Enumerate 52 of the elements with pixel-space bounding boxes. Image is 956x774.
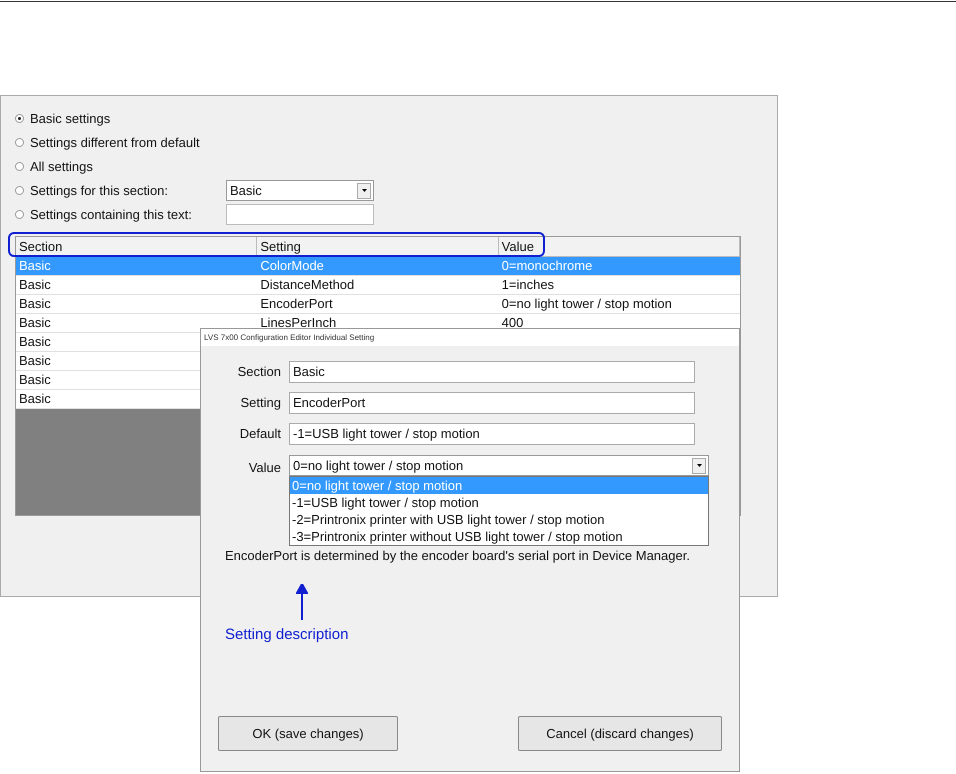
input-field[interactable]: EncoderPort <box>289 392 695 414</box>
dropdown-option[interactable]: -2=Printronix printer with USB light tower / stop motion <box>290 511 708 528</box>
table-cell-text: 1=inches <box>502 276 554 294</box>
table-cell-text: 0=monochrome <box>502 257 592 276</box>
search-field[interactable] <box>226 204 374 225</box>
value-dropdown[interactable]: 0=no light tower / stop motion <box>289 455 709 476</box>
dropdown-button[interactable] <box>692 458 706 474</box>
input-field[interactable]: -1=USB light tower / stop motion <box>289 423 695 445</box>
radio-label[interactable]: All settings <box>30 156 220 176</box>
table-cell-text: Basic <box>19 295 51 314</box>
dropdown-button[interactable] <box>357 182 371 198</box>
field-label: Setting <box>240 394 281 412</box>
arrow-icon <box>296 584 308 620</box>
caret-icon <box>362 189 366 192</box>
setting-description: EncoderPort is determined by the encoder board's serial port in Device Manager. <box>225 547 691 564</box>
table-cell-text: Basic <box>19 314 51 332</box>
dialog-title: LVS 7x00 Configuration Editor Individual Setting <box>201 329 739 346</box>
field-label: Default <box>238 425 281 444</box>
column-header[interactable]: Section <box>16 237 258 256</box>
table-cell-text: Basic <box>19 352 51 370</box>
radio-button[interactable] <box>15 162 24 171</box>
field-label: Value <box>248 459 281 477</box>
dropdown-option[interactable]: -3=Printronix printer without USB light tower / stop motion <box>290 528 708 545</box>
radio-button[interactable] <box>15 138 24 147</box>
table-cell-text: Basic <box>19 333 51 352</box>
table-cell-text: EncoderPort <box>260 295 333 314</box>
dropdown-option[interactable]: -1=USB light tower / stop motion <box>290 494 708 511</box>
radio-label[interactable]: Settings for this section: <box>30 180 220 200</box>
column-header[interactable]: Value <box>498 237 740 256</box>
radio-button[interactable] <box>15 114 24 123</box>
radio-button[interactable] <box>15 210 24 219</box>
table-cell-text: DistanceMethod <box>260 276 354 294</box>
annotation-label: Setting description <box>225 625 348 645</box>
input-field[interactable]: Basic <box>289 361 695 383</box>
table-cell-text: Basic <box>19 276 51 294</box>
radio-label[interactable]: Settings containing this text: <box>30 204 220 224</box>
field-label: Section <box>236 363 281 382</box>
cancel-button[interactable]: Cancel (discard changes) <box>518 716 722 751</box>
column-header[interactable]: Setting <box>257 237 499 256</box>
table-cell-text: ColorMode <box>260 257 324 276</box>
table-row[interactable]: Basic EncoderPort 0=no light tower / stop motion <box>16 295 740 314</box>
section-dropdown[interactable]: Basic <box>226 180 374 201</box>
table-row[interactable]: Basic DistanceMethod 1=inches <box>16 276 740 295</box>
radio-label[interactable]: Basic settings <box>30 108 220 128</box>
table-cell-text: Basic <box>19 371 51 390</box>
radio-label[interactable]: Settings different from default <box>30 132 220 152</box>
radio-button[interactable] <box>15 186 24 195</box>
ok-button[interactable]: OK (save changes) <box>218 716 398 751</box>
table-cell-text: Basic <box>19 390 51 408</box>
caret-icon <box>696 464 702 467</box>
table-cell-text: 0=no light tower / stop motion <box>502 295 672 314</box>
table-cell-text: Basic <box>19 257 51 276</box>
